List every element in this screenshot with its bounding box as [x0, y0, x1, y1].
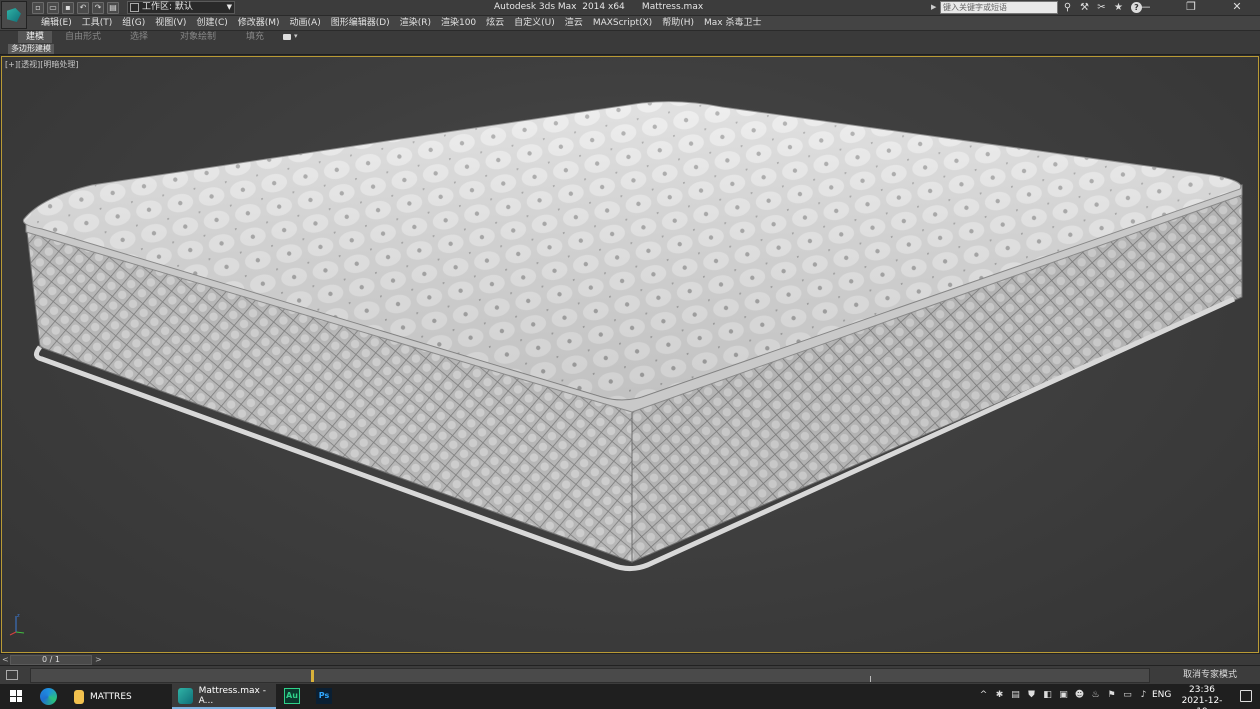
perspective-viewport[interactable]: [+][透视][明暗处理] z	[1, 56, 1259, 653]
menu-views[interactable]: 视图(V)	[150, 16, 191, 30]
tray-app-icon[interactable]: ▤	[1010, 689, 1021, 702]
minimize-button[interactable]: —	[1122, 0, 1168, 15]
search-input[interactable]: 键入关键字或短语	[940, 1, 1058, 14]
menu-render100[interactable]: 渲染100	[436, 16, 481, 30]
wrench-icon[interactable]: ⚒	[1079, 2, 1090, 13]
windows-taskbar: MATTRES Mattress.max - A... Au Ps ^ ✱ ▤ …	[0, 684, 1260, 709]
clock-date: 2021-12-19	[1181, 696, 1223, 709]
menu-maxscript[interactable]: MAXScript(X)	[588, 16, 657, 30]
taskbar-item-3dsmax[interactable]: Mattress.max - A...	[172, 684, 276, 709]
track-tick	[870, 676, 871, 682]
menu-group[interactable]: 组(G)	[117, 16, 150, 30]
tray-app-icon[interactable]: ⚑	[1106, 689, 1117, 702]
time-slider-next[interactable]: >	[95, 655, 103, 665]
quick-access-toolbar: ▫ ▭ ▪ ↶ ↷ ▤	[32, 2, 119, 14]
workspace-dropdown[interactable]: 工作区: 默认 ▼	[127, 1, 235, 14]
menu-graph-editors[interactable]: 图形编辑器(D)	[326, 16, 395, 30]
taskbar-item-label: MATTRES	[90, 691, 132, 702]
tray-overflow-icon[interactable]: ^	[978, 689, 989, 702]
svg-text:z: z	[17, 613, 20, 619]
menu-tools[interactable]: 工具(T)	[77, 16, 118, 30]
curve-editor-icon[interactable]	[6, 670, 18, 680]
search-expand-icon[interactable]: ▶	[931, 3, 936, 11]
menu-xuanyun[interactable]: 炫云	[481, 16, 509, 30]
window-title: Autodesk 3ds Max 2014 x64 Mattress.max	[494, 2, 704, 12]
menu-xuanyun-render[interactable]: 渲云	[560, 16, 588, 30]
ribbon-tabs: 建模 自由形式 选择 对象绘制 填充 ▾	[0, 30, 1260, 44]
track-area[interactable]	[30, 668, 1150, 683]
workspace-icon	[130, 3, 139, 12]
windows-start-icon[interactable]	[10, 690, 22, 702]
exchange-icon[interactable]: ✂	[1096, 2, 1107, 13]
workspace-label: 工作区: 默认	[142, 2, 193, 12]
menu-max-antivirus[interactable]: Max 杀毒卫士	[699, 16, 766, 30]
time-slider[interactable]: < 0 / 1 >	[0, 653, 1260, 665]
menu-customize[interactable]: 自定义(U)	[509, 16, 560, 30]
tray-app-icon[interactable]: ▣	[1058, 689, 1069, 702]
window-controls: — ❐ ✕	[1122, 0, 1260, 15]
binoculars-icon[interactable]: ⚲	[1062, 2, 1073, 13]
ribbon-toggle-icon[interactable]	[283, 34, 291, 40]
shield-icon[interactable]: ⛊	[1026, 689, 1037, 702]
infocenter-toolbar: ⚲ ⚒ ✂ ★	[1062, 2, 1124, 13]
new-file-icon[interactable]: ▫	[32, 2, 44, 14]
tray-app-icon[interactable]: ♨	[1090, 689, 1101, 702]
edge-browser-icon[interactable]	[40, 688, 57, 705]
input-language-indicator[interactable]: ENG	[1152, 690, 1171, 700]
axis-tripod-icon: z	[9, 613, 25, 636]
menu-edit[interactable]: 编辑(E)	[36, 16, 77, 30]
wechat-icon[interactable]: ☻	[1074, 689, 1085, 702]
chevron-down-icon: ▼	[226, 3, 232, 11]
menu-animation[interactable]: 动画(A)	[285, 16, 326, 30]
network-icon[interactable]: ▭	[1122, 689, 1133, 702]
photoshop-app-icon[interactable]: Ps	[316, 688, 332, 704]
3dsmax-app-icon	[178, 687, 193, 704]
frame-indicator[interactable]: 0 / 1	[10, 655, 92, 665]
track-bar	[0, 665, 1260, 684]
folder-icon	[74, 689, 84, 704]
system-tray: ^ ✱ ▤ ⛊ ◧ ▣ ☻ ♨ ⚑ ▭ ♪	[978, 689, 1149, 702]
taskbar-item-explorer[interactable]: MATTRES	[68, 684, 168, 709]
system-clock[interactable]: 23:36 2021-12-19	[1176, 685, 1228, 709]
maximize-button[interactable]: ❐	[1168, 0, 1214, 15]
menu-rendering[interactable]: 渲染(R)	[395, 16, 436, 30]
redo-icon[interactable]: ↷	[92, 2, 104, 14]
keyframe-marker[interactable]	[311, 670, 314, 682]
close-button[interactable]: ✕	[1214, 0, 1260, 15]
menu-create[interactable]: 创建(C)	[191, 16, 232, 30]
menu-bar: 编辑(E) 工具(T) 组(G) 视图(V) 创建(C) 修改器(M) 动画(A…	[0, 16, 1260, 30]
tray-app-icon[interactable]: ✱	[994, 689, 1005, 702]
title-bar: ▫ ▭ ▪ ↶ ↷ ▤ 工作区: 默认 ▼ Autodesk 3ds Max 2…	[0, 0, 1260, 29]
project-folder-icon[interactable]: ▤	[107, 2, 119, 14]
chevron-down-icon[interactable]: ▾	[294, 32, 298, 40]
3dsmax-logo-icon	[7, 8, 21, 22]
cancel-expert-mode-button[interactable]: 取消专家模式	[1183, 667, 1237, 680]
tray-app-icon[interactable]: ◧	[1042, 689, 1053, 702]
mattress-model[interactable]	[2, 57, 1259, 653]
audition-app-icon[interactable]: Au	[284, 688, 300, 704]
open-file-icon[interactable]: ▭	[47, 2, 59, 14]
menu-help[interactable]: 帮助(H)	[657, 16, 699, 30]
clock-time: 23:36	[1189, 685, 1215, 695]
taskbar-item-label: Mattress.max - A...	[198, 685, 266, 706]
notification-center-icon[interactable]	[1240, 690, 1252, 702]
app-menu-button[interactable]	[1, 1, 27, 29]
menu-modifiers[interactable]: 修改器(M)	[233, 16, 285, 30]
save-file-icon[interactable]: ▪	[62, 2, 74, 14]
undo-icon[interactable]: ↶	[77, 2, 89, 14]
polygon-modeling-panel[interactable]: 多边形建模	[8, 44, 54, 54]
volume-icon[interactable]: ♪	[1138, 689, 1149, 702]
ribbon-panel: 多边形建模	[0, 43, 1260, 55]
